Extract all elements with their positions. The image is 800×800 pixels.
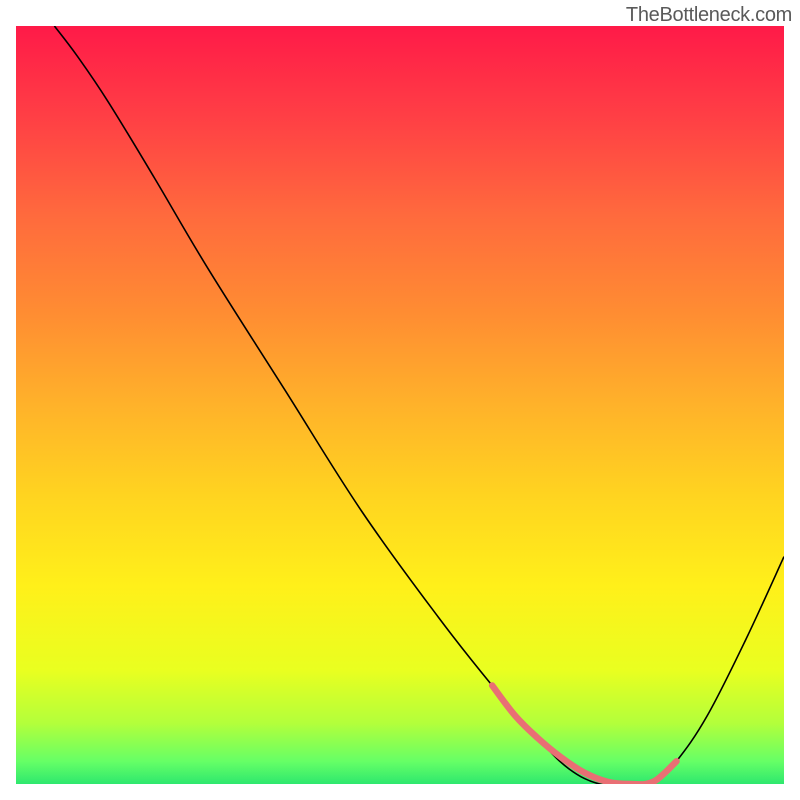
watermark-text: TheBottleneck.com bbox=[626, 4, 792, 27]
chart-svg bbox=[16, 26, 784, 784]
chart-plot-area bbox=[16, 26, 784, 784]
